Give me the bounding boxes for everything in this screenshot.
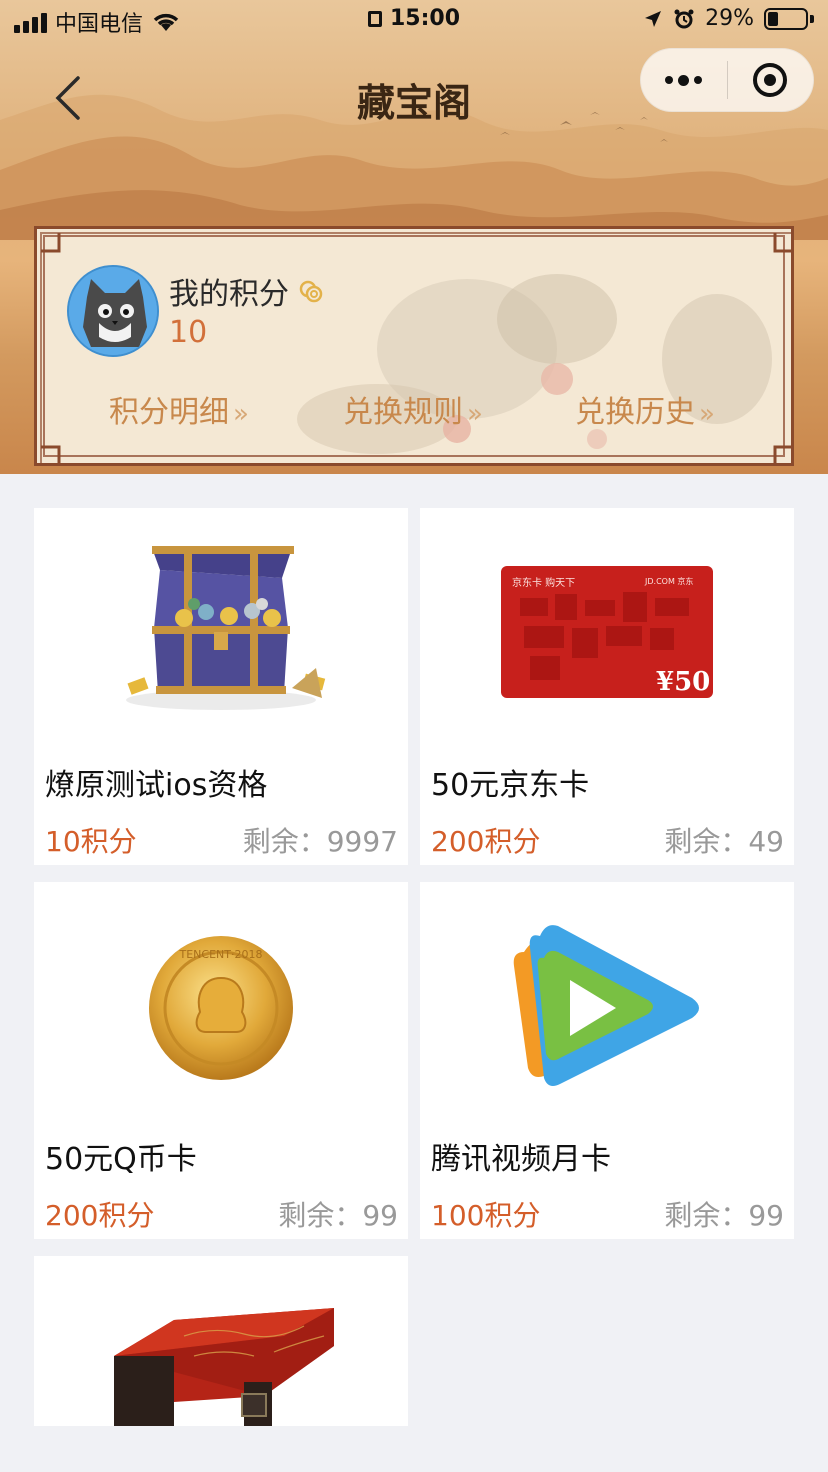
lock-icon bbox=[367, 11, 382, 27]
product-name: 腾讯视频月卡 bbox=[431, 1142, 611, 1177]
product-card[interactable]: 京东卡 购天下 JD.COM 京东 ¥50 50元京东卡 200积分 剩余：49 bbox=[420, 508, 794, 865]
product-card[interactable] bbox=[34, 1256, 408, 1426]
coins-icon bbox=[299, 280, 323, 303]
clock-time: 15:00 bbox=[389, 6, 461, 31]
product-stock: 剩余：49 bbox=[664, 820, 784, 860]
product-stock: 剩余：99 bbox=[278, 1194, 398, 1234]
battery-icon bbox=[764, 7, 808, 30]
double-chevron-right-icon: » bbox=[699, 399, 715, 429]
points-label: 我的积分 bbox=[169, 269, 323, 313]
exchange-rules-label: 兑换规则 bbox=[343, 395, 463, 430]
stock-value: 49 bbox=[748, 825, 784, 858]
jd-card-image: 京东卡 购天下 JD.COM 京东 ¥50 bbox=[501, 566, 713, 698]
product-stock: 剩余：9997 bbox=[243, 820, 398, 860]
header-banner: 中国电信 15:00 29% 藏宝阁 我的积分 10 积分明细 » 兑换规则 »… bbox=[0, 0, 828, 474]
stock-label: 剩余： bbox=[664, 825, 749, 858]
gold-coin-image: TENCENT·2018 bbox=[149, 936, 293, 1080]
points-detail-link[interactable]: 积分明细» bbox=[109, 387, 249, 431]
lacquer-box-image bbox=[114, 1308, 334, 1426]
battery-tip bbox=[810, 14, 814, 23]
status-bar: 中国电信 15:00 29% bbox=[0, 0, 828, 42]
exchange-history-link[interactable]: 兑换历史» bbox=[575, 387, 715, 431]
user-avatar[interactable] bbox=[67, 265, 159, 357]
target-icon bbox=[753, 63, 788, 97]
product-stock: 剩余：99 bbox=[664, 1194, 784, 1234]
cat-avatar-image bbox=[69, 267, 157, 355]
product-price: 10积分 bbox=[45, 825, 137, 858]
product-price: 200积分 bbox=[431, 825, 541, 858]
double-chevron-right-icon: » bbox=[467, 399, 483, 429]
points-card-links: 积分明细» 兑换规则» 兑换历史» bbox=[37, 387, 791, 431]
product-name: 50元京东卡 bbox=[431, 768, 590, 803]
product-grid: 燎原测试ios资格 10积分 剩余：9997 京东卡 购天下 JD.COM 京东… bbox=[0, 474, 828, 1472]
stock-label: 剩余： bbox=[278, 1199, 363, 1232]
jd-card-slogan: 京东卡 购天下 bbox=[512, 576, 575, 589]
product-price: 100积分 bbox=[431, 1199, 541, 1232]
tencent-video-logo-image bbox=[513, 925, 699, 1086]
exchange-rules-link[interactable]: 兑换规则» bbox=[343, 387, 483, 431]
product-name: 50元Q币卡 bbox=[45, 1142, 197, 1177]
product-name: 燎原测试ios资格 bbox=[45, 768, 268, 803]
battery-percent: 29% bbox=[705, 6, 754, 31]
close-mini-program-button[interactable] bbox=[728, 48, 814, 112]
points-value: 10 bbox=[169, 315, 208, 350]
stock-label: 剩余： bbox=[664, 1199, 749, 1232]
jd-card-brand: JD.COM 京东 bbox=[644, 576, 693, 586]
points-label-text: 我的积分 bbox=[169, 277, 289, 312]
alarm-icon bbox=[674, 9, 694, 28]
product-card[interactable]: TENCENT·2018 50元Q币卡 200积分 剩余：99 bbox=[34, 882, 408, 1239]
points-card: 我的积分 10 积分明细» 兑换规则» 兑换历史» bbox=[34, 226, 794, 466]
exchange-history-label: 兑换历史 bbox=[575, 395, 695, 430]
location-icon bbox=[645, 10, 662, 27]
product-card[interactable]: 燎原测试ios资格 10积分 剩余：9997 bbox=[34, 508, 408, 865]
points-detail-label: 积分明细 bbox=[109, 395, 229, 430]
double-chevron-right-icon: » bbox=[233, 399, 249, 429]
jd-card-amount: ¥50 bbox=[656, 667, 710, 697]
stock-value: 99 bbox=[362, 1199, 398, 1232]
product-card[interactable]: 腾讯视频月卡 100积分 剩余：99 bbox=[420, 882, 794, 1239]
stock-value: 9997 bbox=[326, 825, 398, 858]
navigation-bar: 藏宝阁 bbox=[0, 46, 828, 150]
product-price: 200积分 bbox=[45, 1199, 155, 1232]
more-options-button[interactable] bbox=[641, 48, 727, 112]
stock-label: 剩余： bbox=[242, 825, 327, 858]
stock-value: 99 bbox=[748, 1199, 784, 1232]
mini-program-capsule bbox=[640, 48, 814, 112]
treasure-chest-image bbox=[126, 546, 326, 710]
coin-inscription: TENCENT·2018 bbox=[179, 948, 263, 961]
